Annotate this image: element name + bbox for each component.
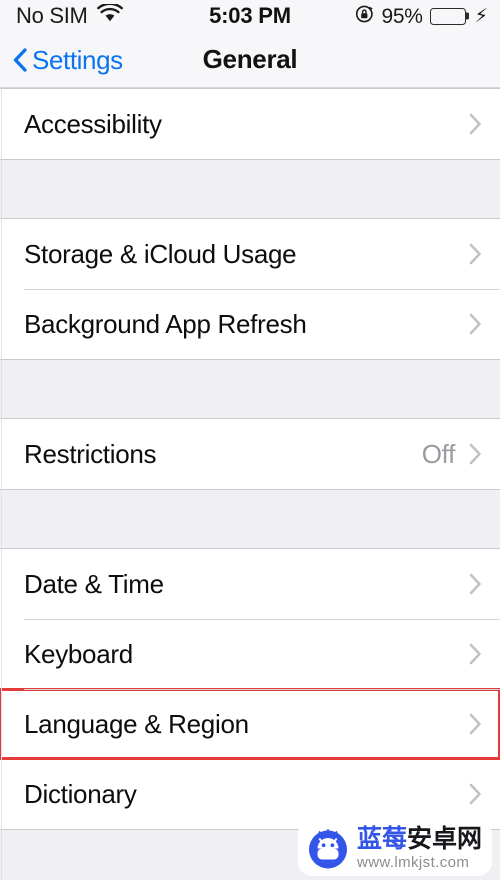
section-gap xyxy=(0,490,500,548)
battery-percent-label: 95% xyxy=(381,4,423,28)
settings-group: Accessibility xyxy=(0,88,500,160)
chevron-right-icon xyxy=(469,643,481,665)
android-robot-crown-logo-icon xyxy=(306,826,350,870)
chevron-right-icon xyxy=(469,573,481,595)
row-label: Restrictions xyxy=(24,438,157,469)
row-value: Off xyxy=(421,438,456,469)
chevron-right-icon xyxy=(469,443,481,465)
watermark-title-blue: 蓝莓 xyxy=(356,824,407,853)
watermark-text: 蓝莓安卓网 www.lmkjst.com xyxy=(356,824,482,871)
row-label: Dictionary xyxy=(24,778,137,809)
back-button[interactable]: Settings xyxy=(12,47,123,73)
watermark-title-dark: 安卓网 xyxy=(406,824,482,853)
section-gap xyxy=(0,160,500,218)
carrier-label: No SIM xyxy=(16,3,88,28)
settings-row-dictionary[interactable]: Dictionary xyxy=(0,759,500,829)
settings-row-language-region[interactable]: Language & Region xyxy=(0,688,500,760)
lightning-bolt-icon: ⚡ xyxy=(474,5,488,27)
chevron-right-icon xyxy=(469,313,481,335)
row-label: Language & Region xyxy=(24,708,249,739)
battery-icon xyxy=(429,7,466,25)
site-watermark: 蓝莓安卓网 www.lmkjst.com xyxy=(297,820,492,876)
settings-row-keyboard[interactable]: Keyboard xyxy=(0,619,500,689)
status-bar-left: No SIM xyxy=(16,2,123,28)
settings-row-background-app-refresh[interactable]: Background App Refresh xyxy=(0,289,500,359)
settings-row-storage-icloud-usage[interactable]: Storage & iCloud Usage xyxy=(0,219,500,289)
settings-row-restrictions[interactable]: Restrictions Off xyxy=(0,419,500,489)
row-label: Storage & iCloud Usage xyxy=(24,238,297,269)
row-label: Accessibility xyxy=(24,108,162,139)
settings-group: Restrictions Off xyxy=(0,418,500,490)
status-bar-right: 95% ⚡ xyxy=(355,4,488,29)
chevron-left-icon xyxy=(12,47,28,73)
chevron-right-icon xyxy=(469,713,481,735)
chevron-right-icon xyxy=(469,783,481,805)
section-gap xyxy=(0,360,500,418)
watermark-title: 蓝莓安卓网 xyxy=(356,824,482,853)
settings-row-accessibility[interactable]: Accessibility xyxy=(0,89,500,159)
iphone-settings-screen: No SIM 5:03 PM 95% ⚡ Settings General Ac… xyxy=(0,0,500,880)
chevron-right-icon xyxy=(469,113,481,135)
rotation-lock-icon xyxy=(355,4,375,29)
settings-row-date-time[interactable]: Date & Time xyxy=(0,549,500,619)
status-bar: No SIM 5:03 PM 95% ⚡ xyxy=(0,0,500,32)
row-label: Background App Refresh xyxy=(24,308,307,339)
settings-list: Accessibility Storage & iCloud Usage Backg… xyxy=(0,88,500,880)
settings-group: Date & Time Keyboard Language & Region Dict… xyxy=(0,548,500,830)
chevron-right-icon xyxy=(469,243,481,265)
row-label: Keyboard xyxy=(24,638,133,669)
wifi-icon xyxy=(96,2,123,28)
navigation-bar: Settings General xyxy=(0,32,500,88)
row-label: Date & Time xyxy=(24,568,164,599)
settings-group: Storage & iCloud Usage Background App Ref… xyxy=(0,218,500,360)
watermark-url: www.lmkjst.com xyxy=(356,853,470,871)
back-button-label: Settings xyxy=(32,44,123,75)
